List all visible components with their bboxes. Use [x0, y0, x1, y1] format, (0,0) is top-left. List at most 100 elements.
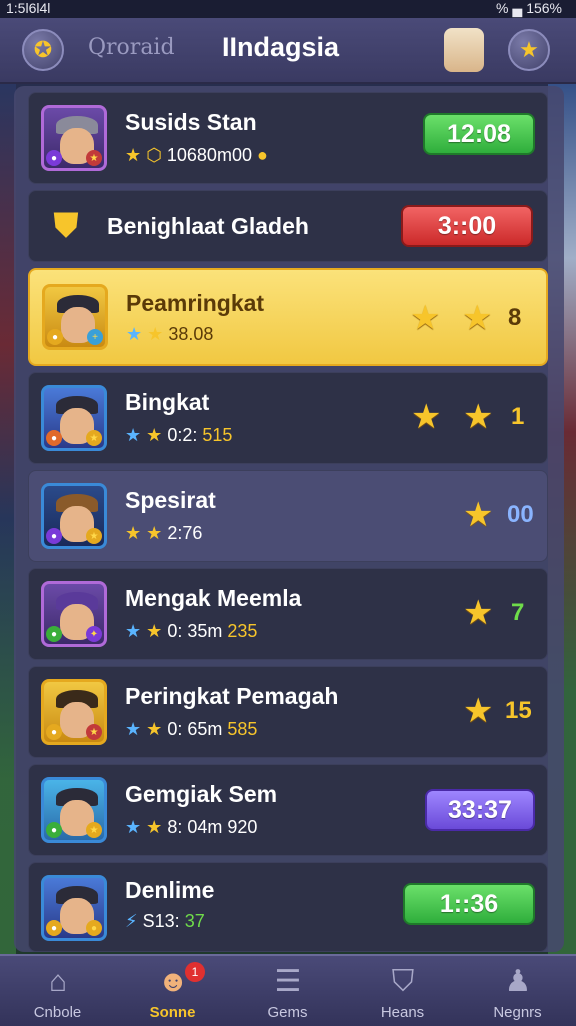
player-avatar: ● ●: [41, 875, 107, 941]
star-icon: ★: [125, 523, 142, 543]
nav-item-home[interactable]: ⌂ Cnbole: [0, 956, 115, 1026]
player-stats: ★ ★ 0: 65m 585: [125, 719, 258, 739]
leaderboard-row-highlighted[interactable]: ● + Peamringkat ★ ★ 38.08 ★ ★ 8: [28, 268, 548, 366]
star-icon: ★: [125, 817, 142, 837]
star-icon: ★: [125, 621, 142, 641]
rank-number: 8: [508, 304, 522, 331]
player-avatar[interactable]: [444, 28, 484, 72]
coin-icon: ●: [256, 145, 268, 165]
leaderboard-row[interactable]: ● ★ Peringkat Pemagah ★ ★ 0: 65m 585 ★ 1…: [28, 666, 548, 758]
leaderboard-row[interactable]: ● ★ Gemgiak Sem ★ ★ 8: 04m 920 33:37: [28, 764, 548, 856]
status-indicators: % ▄ 156%: [496, 0, 562, 16]
player-avatar: ● ★: [41, 483, 107, 549]
player-name: Spesirat: [125, 487, 216, 513]
timer-badge: 33:37: [425, 789, 535, 831]
player-name: Susids Stan: [125, 109, 257, 135]
star-icon: ★: [463, 692, 494, 730]
star-icon: ★: [146, 425, 163, 445]
level-badge-icon: ●: [47, 329, 63, 345]
level-badge-icon: ●: [46, 528, 62, 544]
nav-item-team[interactable]: ⛉ Heans: [345, 956, 460, 1026]
player-name: Benighlaat Gladeh: [107, 213, 309, 239]
leaderboard-row[interactable]: ● ✦ Mengak Meemla ★ ★ 0: 35m 235 ★ 7: [28, 568, 548, 660]
rank-badge-icon: ★: [86, 528, 102, 544]
star-icon: ★: [126, 324, 143, 344]
rank-badge-icon: ★: [86, 150, 102, 166]
top-bar: ✪ Qroraid IIndagsia ★: [0, 18, 576, 84]
player-name: Peringkat Pemagah: [125, 683, 339, 709]
star-icon: ★: [125, 145, 142, 165]
player-avatar: ● ★: [41, 777, 107, 843]
notification-badge: 1: [185, 962, 205, 982]
rank-badge-icon: ★: [86, 822, 102, 838]
status-bar: 1:5l6l4l % ▄ 156%: [0, 0, 576, 18]
level-badge-icon: ●: [46, 920, 62, 936]
star-icon: ★: [125, 719, 142, 739]
timer-badge: 3::00: [401, 205, 533, 247]
leaderboard-row[interactable]: ● ★ Spesirat ★ ★ 2:76 ★ 00: [28, 470, 548, 562]
star-icon: ★: [519, 37, 539, 62]
player-avatar: ● ★: [41, 105, 107, 171]
page-title: IIndagsia: [222, 32, 340, 62]
nav-item-user[interactable]: ♟ Negnrs: [460, 956, 575, 1026]
rank-badge-icon: ✦: [86, 626, 102, 642]
leaderboard-row[interactable]: Benighlaat Gladeh 3::00: [28, 190, 548, 262]
player-stats: ⚡ S13: 37: [125, 911, 205, 931]
player-stats: ★ ★ 38.08: [126, 324, 214, 344]
favorites-button[interactable]: ★: [508, 29, 550, 71]
star-icon: ★: [462, 299, 493, 337]
player-name: Bingkat: [125, 389, 210, 415]
player-avatar: ● ★: [41, 385, 107, 451]
player-avatar: ● ★: [41, 679, 107, 745]
rank-number: 7: [511, 599, 525, 626]
lightning-icon: ⚡: [125, 911, 138, 931]
star-icon: ★: [411, 398, 442, 436]
player-name: Mengak Meemla: [125, 585, 302, 611]
star-icon: ★: [463, 594, 494, 632]
star-icon: ★: [146, 523, 163, 543]
nav-item-list[interactable]: ☰ Gems: [230, 956, 345, 1026]
status-time: 1:5l6l4l: [6, 0, 51, 16]
level-badge-icon: ●: [46, 822, 62, 838]
nav-item-profile[interactable]: ☻ 1 Sonne: [115, 956, 230, 1026]
player-name: Denlime: [125, 877, 215, 903]
player-avatar: ● +: [42, 284, 108, 350]
leaderboard-row[interactable]: ● ● Denlime ⚡ S13: 37 1::36: [28, 862, 548, 952]
timer-badge: 1::36: [403, 883, 535, 925]
bottom-navigation: ⌂ Cnbole ☻ 1 Sonne ☰ Gems ⛉ Heans ♟ Negn…: [0, 954, 576, 1026]
player-stats: ★ ★ 8: 04m 920: [125, 817, 258, 837]
player-stats: ★ ⬡ 10680m00 ●: [125, 145, 268, 165]
shield-icon: ⛊: [53, 206, 79, 245]
star-icon: ★: [147, 324, 164, 344]
level-badge-icon: ●: [46, 430, 62, 446]
timer-badge: 12:08: [423, 113, 535, 155]
player-stats: ★ ★ 0: 35m 235: [125, 621, 258, 641]
team-icon: ⛉: [391, 965, 415, 998]
user-icon: ♟: [504, 965, 532, 998]
star-icon: ★: [146, 621, 163, 641]
hexagon-icon: ⬡: [146, 145, 162, 165]
home-icon: ⌂: [48, 965, 68, 998]
star-icon: ★: [125, 425, 142, 445]
leaderboard-row[interactable]: ● ★ Susids Stan ★ ⬡ 10680m00 ● 12:08: [28, 92, 548, 184]
leaderboard-row[interactable]: ● ★ Bingkat ★ ★ 0:2: 515 ★ ★ 1: [28, 372, 548, 464]
medal-icon: ✪: [33, 37, 53, 62]
back-badge-button[interactable]: ✪: [22, 29, 64, 71]
level-badge-icon: ●: [46, 724, 62, 740]
player-stats: ★ ★ 2:76: [125, 523, 203, 543]
rank-badge-icon: ★: [86, 724, 102, 740]
star-icon: ★: [463, 398, 494, 436]
level-badge-icon: ●: [46, 150, 62, 166]
player-stats: ★ ★ 0:2: 515: [125, 425, 233, 445]
rank-badge-icon: ★: [86, 430, 102, 446]
star-icon: ★: [146, 817, 163, 837]
star-icon: ★: [410, 299, 441, 337]
rank-number: 00: [507, 501, 534, 528]
star-icon: ★: [146, 719, 163, 739]
rank-badge-icon: ●: [86, 920, 102, 936]
player-name: Gemgiak Sem: [125, 781, 278, 807]
rank-badge-icon: +: [87, 329, 103, 345]
list-icon: ☰: [274, 965, 302, 998]
rank-number: 15: [505, 697, 532, 724]
level-badge-icon: ●: [46, 626, 62, 642]
